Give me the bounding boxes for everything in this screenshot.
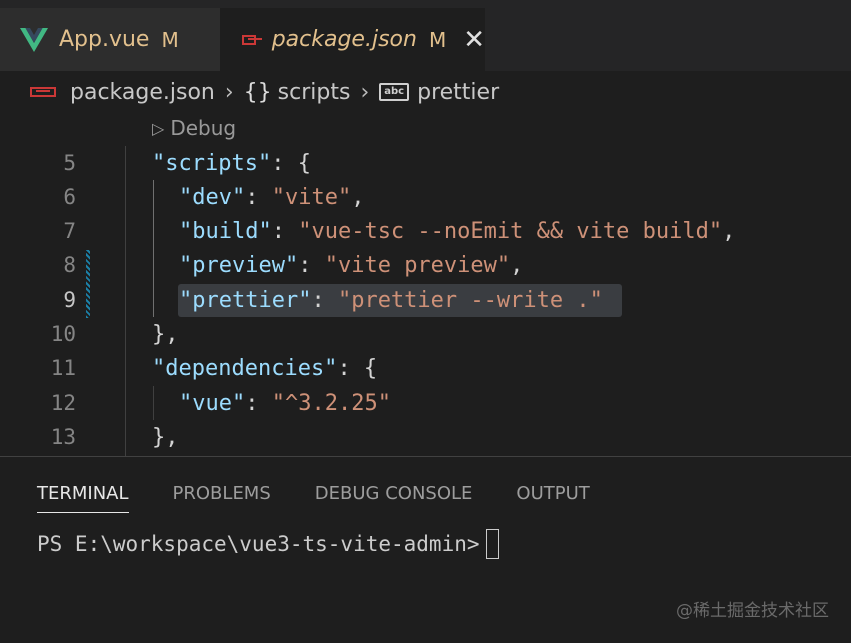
punctuation: ,: [722, 218, 736, 244]
braces-icon: {}: [243, 79, 272, 105]
tab-output[interactable]: OUTPUT: [516, 483, 589, 504]
tab-problems[interactable]: PROBLEMS: [173, 483, 271, 504]
panel-tabs: TERMINAL PROBLEMS DEBUG CONSOLE OUTPUT: [37, 483, 634, 513]
punctuation: :: [245, 390, 272, 416]
line-number: 8: [63, 253, 76, 277]
vue-icon: [20, 27, 48, 52]
punctuation: :: [311, 287, 338, 313]
chevron-right-icon: ›: [224, 79, 234, 105]
json-string: "prettier --write .": [337, 287, 603, 313]
code-line: 5 "scripts": {: [0, 146, 851, 180]
code-line: 6 "dev": "vite",: [0, 180, 851, 214]
punctuation: :: [271, 218, 299, 244]
line-number: 9: [63, 288, 76, 312]
code-editor[interactable]: 5 "scripts": { 6 "dev": "vite", 7 "build…: [0, 146, 851, 456]
tab-debug-console[interactable]: DEBUG CONSOLE: [315, 483, 473, 504]
breadcrumb: package.json › {} scripts › abc prettier: [0, 71, 851, 113]
json-key: "prettier": [179, 287, 312, 313]
json-string: "vite preview": [324, 252, 511, 278]
punctuation: :: [245, 184, 272, 210]
punctuation: },: [152, 424, 179, 450]
string-icon: abc: [379, 83, 410, 101]
line-number: 10: [50, 322, 76, 346]
tab-app-vue[interactable]: App.vue M: [0, 8, 220, 71]
code-line: 8 "preview": "vite preview",: [0, 248, 851, 282]
line-number: 11: [50, 356, 76, 380]
punctuation: : {: [337, 355, 378, 381]
line-number: 12: [50, 391, 76, 415]
code-line-current: 9 "prettier": "prettier --write .": [0, 283, 851, 317]
code-line: 12 "vue": "^3.2.25": [0, 386, 851, 420]
json-string: "vite": [271, 184, 352, 210]
npm-icon: [242, 34, 262, 45]
punctuation: ,: [351, 184, 365, 210]
tab-terminal[interactable]: TERMINAL: [37, 483, 129, 513]
punctuation: },: [152, 321, 179, 347]
terminal-cursor: [485, 529, 499, 559]
close-icon[interactable]: ✕: [463, 27, 485, 53]
code-line: 7 "build": "vue-tsc --noEmit && vite bui…: [0, 214, 851, 248]
npm-icon: [30, 87, 56, 97]
breadcrumb-item[interactable]: prettier: [417, 80, 499, 105]
json-key: "preview": [179, 252, 299, 278]
json-key: "dev": [179, 184, 246, 210]
terminal-prompt[interactable]: PS E:\workspace\vue3-ts-vite-admin>: [37, 529, 499, 559]
debug-codelens[interactable]: ▷ Debug: [152, 116, 236, 140]
json-key: "vue": [179, 390, 246, 416]
modified-indicator: M: [428, 27, 447, 52]
line-number: 5: [63, 151, 76, 175]
punctuation: : {: [271, 150, 311, 176]
line-number: 7: [63, 219, 76, 243]
line-number: 13: [50, 425, 76, 449]
chevron-right-icon: ›: [360, 79, 370, 105]
modified-indicator: M: [161, 27, 179, 52]
json-key: "build": [179, 218, 272, 244]
codelens-label: Debug: [170, 116, 237, 140]
punctuation: ,: [510, 252, 524, 278]
breadcrumb-file[interactable]: package.json: [70, 80, 215, 105]
code-line: 10 },: [0, 317, 851, 351]
code-line: 11 "dependencies": {: [0, 351, 851, 385]
play-icon: ▷: [152, 118, 165, 138]
line-number: 6: [63, 185, 76, 209]
bottom-panel: TERMINAL PROBLEMS DEBUG CONSOLE OUTPUT P…: [0, 456, 851, 643]
prompt-text: PS E:\workspace\vue3-ts-vite-admin>: [37, 532, 480, 556]
editor-tab-bar: App.vue M package.json M ✕: [0, 0, 851, 71]
tab-label: package.json: [271, 27, 417, 52]
json-key: "scripts": [152, 150, 272, 176]
punctuation: :: [298, 252, 325, 278]
watermark: @稀土掘金技术社区: [676, 601, 829, 621]
json-string: "vue-tsc --noEmit && vite build": [298, 218, 723, 244]
tab-label: App.vue: [59, 27, 150, 52]
tab-package-json[interactable]: package.json M ✕: [220, 8, 485, 71]
json-string: "^3.2.25": [271, 390, 391, 416]
json-key: "dependencies": [152, 355, 338, 381]
breadcrumb-section[interactable]: scripts: [278, 80, 351, 105]
code-line: 13 },: [0, 420, 851, 454]
